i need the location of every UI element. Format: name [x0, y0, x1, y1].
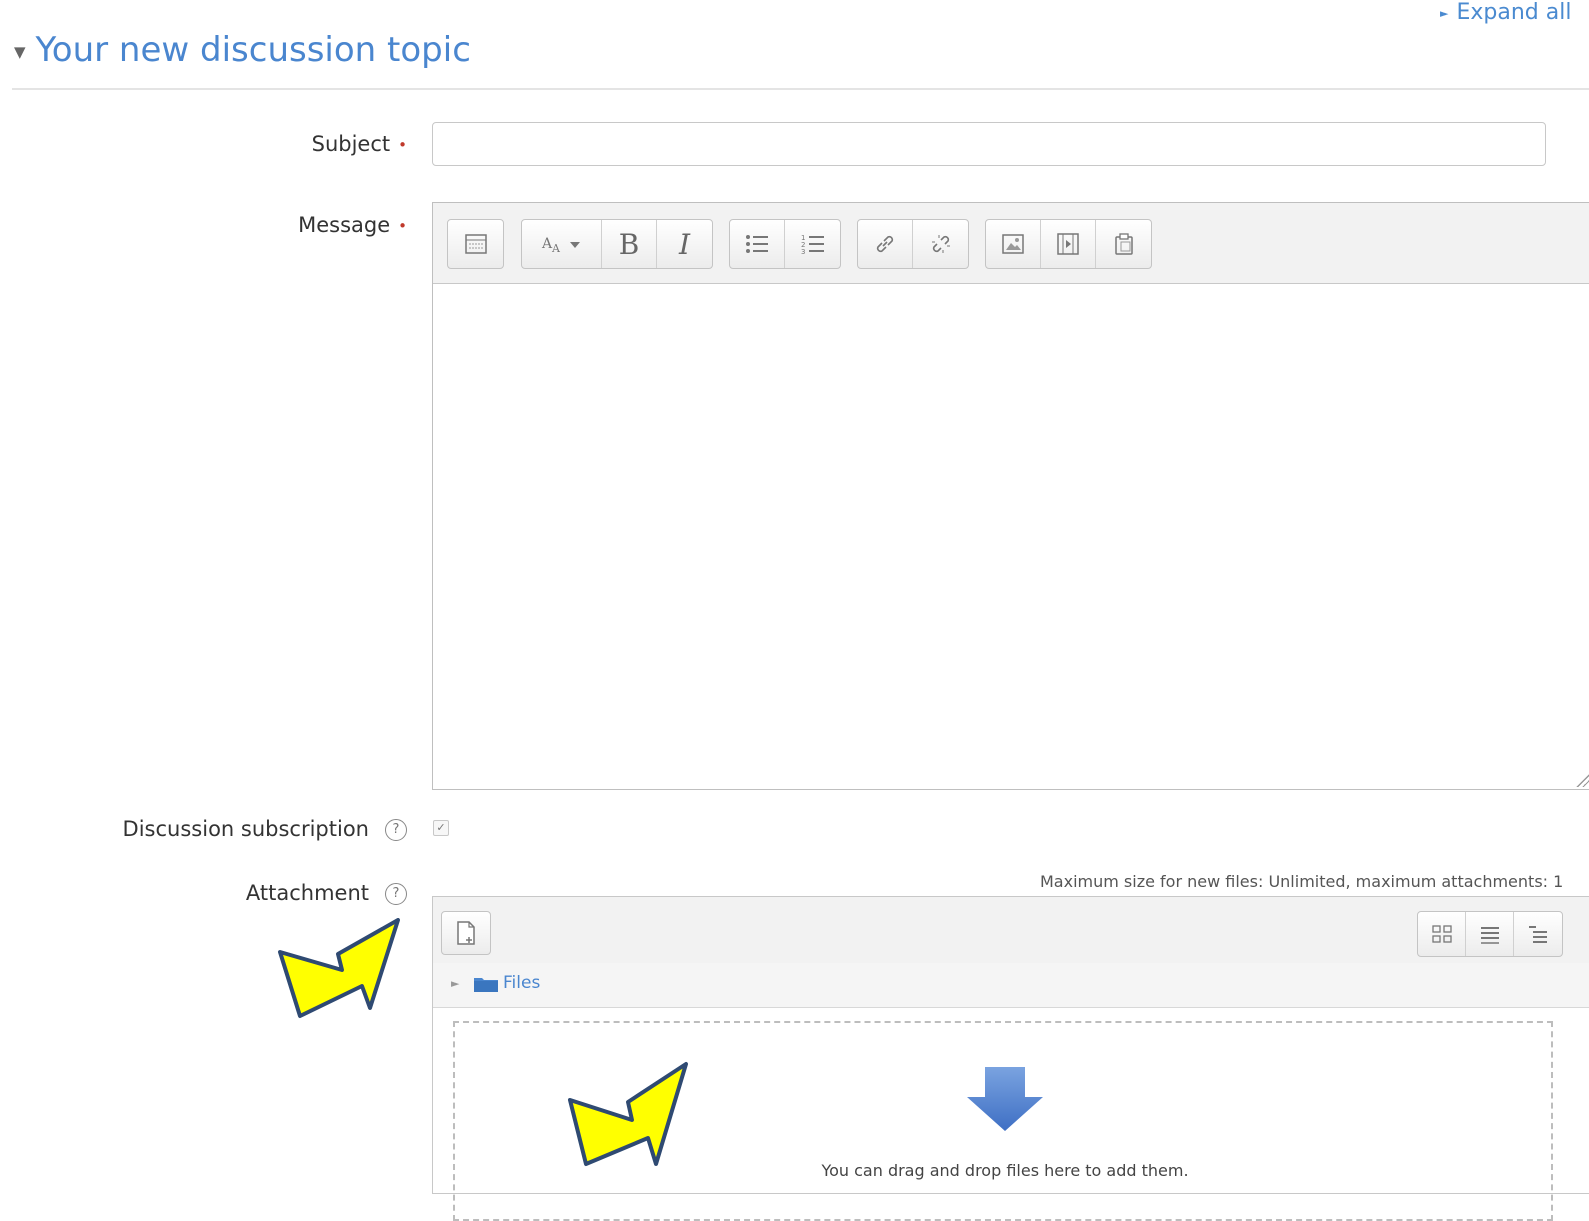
link-icon[interactable] — [858, 220, 913, 268]
message-label: Message • — [298, 213, 407, 237]
annotation-arrow-icon — [568, 1062, 688, 1166]
subscription-label: Discussion subscription? — [123, 817, 407, 841]
bold-icon[interactable]: B — [602, 220, 657, 268]
triangle-right-icon: ► — [451, 977, 460, 990]
svg-text:3: 3 — [801, 248, 805, 255]
subscription-checkbox[interactable]: ✓ — [433, 820, 449, 836]
svg-text:A: A — [551, 242, 561, 255]
download-arrow-icon — [967, 1067, 1043, 1131]
triangle-down-icon: ▼ — [14, 42, 26, 61]
italic-icon[interactable]: I — [657, 220, 712, 268]
list-view-icon[interactable] — [1466, 912, 1514, 956]
tree-view-icon[interactable] — [1514, 912, 1562, 956]
subject-label: Subject • — [311, 132, 407, 156]
folder-path[interactable]: ► Files — [433, 963, 1589, 1008]
section-title: Your new discussion topic — [35, 30, 471, 70]
icons-view-icon[interactable] — [1418, 912, 1466, 956]
subject-input[interactable] — [432, 122, 1546, 166]
help-icon[interactable]: ? — [385, 883, 407, 905]
file-picker-toolbar — [433, 897, 1589, 964]
annotation-arrow-icon — [278, 918, 400, 1018]
section-header[interactable]: ▼ Your new discussion topic — [14, 30, 471, 70]
toolbar-group-links — [857, 219, 969, 269]
attachment-label: Attachment? — [246, 881, 407, 905]
resize-handle[interactable] — [1575, 773, 1589, 787]
toolbar-group-more — [447, 219, 504, 269]
add-file-icon — [457, 921, 475, 945]
font-style-icon[interactable]: AA — [522, 220, 602, 268]
toolbar-group-text: AA B I — [521, 219, 713, 269]
toolbar-group-media — [985, 219, 1152, 269]
required-icon: • — [398, 136, 407, 154]
image-icon[interactable] — [986, 220, 1041, 268]
ordered-list-icon[interactable]: 123 — [785, 220, 840, 268]
media-icon[interactable] — [1041, 220, 1096, 268]
section-divider — [12, 88, 1589, 90]
editor-toolbar: AA B I 123 — [433, 203, 1589, 284]
files-folder-label: Files — [503, 973, 541, 993]
message-text-area[interactable] — [433, 284, 1589, 789]
required-icon: • — [398, 217, 407, 235]
message-editor: AA B I 123 — [432, 202, 1589, 790]
manage-files-icon[interactable] — [1096, 220, 1151, 268]
add-file-button[interactable] — [441, 911, 491, 955]
triangle-right-icon: ► — [1440, 6, 1449, 20]
help-icon[interactable]: ? — [385, 819, 407, 841]
unlink-icon[interactable] — [913, 220, 968, 268]
folder-icon — [474, 978, 498, 992]
view-switcher — [1417, 911, 1563, 957]
max-size-note: Maximum size for new files: Unlimited, m… — [1040, 872, 1564, 891]
show-more-icon[interactable] — [448, 220, 503, 268]
toolbar-group-lists: 123 — [729, 219, 841, 269]
unordered-list-icon[interactable] — [730, 220, 785, 268]
expand-all-link[interactable]: ► Expand all — [1440, 0, 1571, 25]
